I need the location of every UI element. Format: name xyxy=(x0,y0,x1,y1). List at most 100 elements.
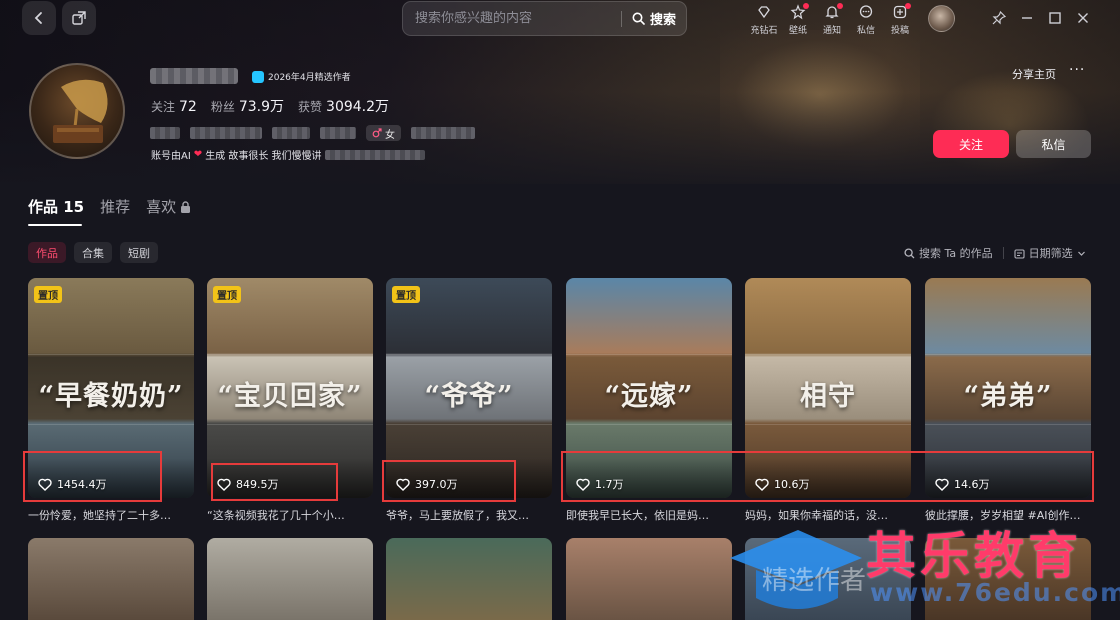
toolbar-notify[interactable]: 通知 xyxy=(818,2,846,36)
redacted-meta xyxy=(190,127,262,139)
top-toolbar: 充钻石 壁纸 通知 私信 投稿 xyxy=(750,2,914,36)
work-filters: 搜索 Ta 的作品 日期筛选 xyxy=(904,245,1086,261)
pinned-badge: 置顶 xyxy=(34,286,62,303)
more-options-button[interactable]: ··· xyxy=(1069,62,1085,78)
video-caption[interactable]: 即使我早已长大，依旧是妈… xyxy=(566,507,732,523)
watermark: 精选作者 其乐教育 www.76edu.com xyxy=(726,512,1120,620)
video-card[interactable] xyxy=(207,538,373,620)
annotation-box xyxy=(382,460,516,502)
video-title-art: “远嫁” xyxy=(604,380,694,412)
search-works-button[interactable]: 搜索 Ta 的作品 xyxy=(904,245,993,261)
video-caption[interactable]: 爷爷，马上要放假了，我又… xyxy=(386,507,552,523)
video-title-art: “宝贝回家” xyxy=(217,380,363,412)
toolbar-wallpaper[interactable]: 壁纸 xyxy=(784,2,812,36)
toolbar-wallpaper-label: 壁纸 xyxy=(788,26,807,36)
toolbar-recharge-label: 充钻石 xyxy=(750,26,778,36)
subtab-collections[interactable]: 合集 xyxy=(74,242,112,263)
profile-meta: 女 xyxy=(150,125,475,141)
creator-badge[interactable]: 2026年4月精选作者 xyxy=(252,70,351,83)
subtab-works[interactable]: 作品 xyxy=(28,242,66,263)
notification-dot xyxy=(837,3,843,9)
bio-prefix: 账号由AI xyxy=(151,151,191,162)
notification-dot xyxy=(803,3,809,9)
date-filter-label: 日期筛选 xyxy=(1028,247,1073,260)
pin-icon xyxy=(992,10,1007,25)
profile-avatar[interactable] xyxy=(29,63,125,159)
pinned-badge: 置顶 xyxy=(213,286,241,303)
redacted-meta xyxy=(272,127,310,139)
share-profile-button[interactable]: 分享主页 xyxy=(1012,66,1056,82)
tab-liked[interactable]: 喜欢 xyxy=(146,196,191,217)
bio-suffix: 生成 故事很长 我们慢慢讲 xyxy=(205,151,322,162)
content-tabs: 作品 15 推荐 喜欢 xyxy=(28,196,191,217)
search-works-label: 搜索 Ta 的作品 xyxy=(919,247,993,260)
search-icon xyxy=(632,12,645,25)
toolbar-upload[interactable]: 投稿 xyxy=(886,2,914,36)
follow-button[interactable]: 关注 xyxy=(933,130,1009,158)
watermark-ghost-text: 精选作者 xyxy=(762,566,867,596)
profile-stats: 关注 72 粉丝 73.9万 获赞 3094.2万 xyxy=(151,96,389,116)
frame-divider xyxy=(28,354,194,355)
lock-icon xyxy=(181,200,191,213)
tab-recommended[interactable]: 推荐 xyxy=(100,196,130,217)
stat-likes-label: 获赞 xyxy=(298,100,323,114)
video-card[interactable] xyxy=(28,538,194,620)
gender-label: 女 xyxy=(385,129,395,141)
stat-likes-value: 3094.2万 xyxy=(326,99,390,115)
subtab-short-drama[interactable]: 短剧 xyxy=(120,242,158,263)
redacted-bio xyxy=(324,149,425,160)
chat-icon xyxy=(856,2,876,22)
toolbar-notify-label: 通知 xyxy=(822,26,841,36)
notification-dot xyxy=(905,3,911,9)
pin-window-button[interactable] xyxy=(989,8,1009,28)
video-card[interactable] xyxy=(386,538,552,620)
female-icon xyxy=(372,128,382,138)
search-bar: 搜索 xyxy=(402,1,687,36)
video-title-art: “弟弟” xyxy=(963,380,1053,412)
redacted-meta xyxy=(320,127,356,139)
close-icon xyxy=(1078,13,1088,23)
search-input[interactable] xyxy=(403,11,621,26)
heart-icon: ❤ xyxy=(193,149,203,160)
calendar-icon xyxy=(1014,248,1025,259)
maximize-icon xyxy=(1049,12,1061,24)
toolbar-messages[interactable]: 私信 xyxy=(852,2,880,36)
profile-name-redacted xyxy=(150,68,238,84)
tab-liked-label: 喜欢 xyxy=(146,198,177,216)
video-caption[interactable]: “这条视频我花了几十个小… xyxy=(207,507,373,523)
open-external-button[interactable] xyxy=(62,1,96,35)
annotation-box xyxy=(23,451,162,502)
annotation-box xyxy=(561,451,1094,502)
profile-bio: 账号由AI ❤ 生成 故事很长 我们慢慢讲 xyxy=(151,147,425,162)
frame-divider xyxy=(566,354,732,355)
toolbar-upload-label: 投稿 xyxy=(890,26,909,36)
back-button[interactable] xyxy=(22,1,56,35)
stat-following-label: 关注 xyxy=(151,100,176,114)
minimize-icon xyxy=(1022,17,1032,19)
minimize-button[interactable] xyxy=(1017,8,1037,28)
tab-works[interactable]: 作品 15 xyxy=(28,196,84,217)
date-filter-dropdown[interactable]: 日期筛选 xyxy=(1014,245,1086,261)
toolbar-recharge[interactable]: 充钻石 xyxy=(750,2,778,36)
message-button[interactable]: 私信 xyxy=(1016,130,1091,158)
stat-followers-value: 73.9万 xyxy=(238,99,285,115)
watermark-url: www.76edu.com xyxy=(870,578,1120,607)
active-tab-indicator xyxy=(28,224,82,226)
video-caption[interactable]: 一份怜爱，她坚持了二十多… xyxy=(28,507,194,523)
user-avatar[interactable] xyxy=(928,5,955,32)
close-button[interactable] xyxy=(1073,8,1093,28)
gramophone-icon xyxy=(53,79,108,143)
gender-chip: 女 xyxy=(366,125,401,141)
external-window-icon xyxy=(72,11,86,25)
search-icon xyxy=(904,247,915,258)
stat-following[interactable]: 关注 72 xyxy=(151,98,197,115)
video-title-art: 相守 xyxy=(800,380,856,412)
stat-following-value: 72 xyxy=(179,99,197,115)
maximize-button[interactable] xyxy=(1045,8,1065,28)
pinned-badge: 置顶 xyxy=(392,286,420,303)
redacted-meta xyxy=(411,127,475,139)
search-button[interactable]: 搜索 xyxy=(622,9,686,28)
stat-followers[interactable]: 粉丝 73.9万 xyxy=(211,96,284,116)
stat-followers-label: 粉丝 xyxy=(210,100,235,114)
video-card[interactable] xyxy=(566,538,732,620)
